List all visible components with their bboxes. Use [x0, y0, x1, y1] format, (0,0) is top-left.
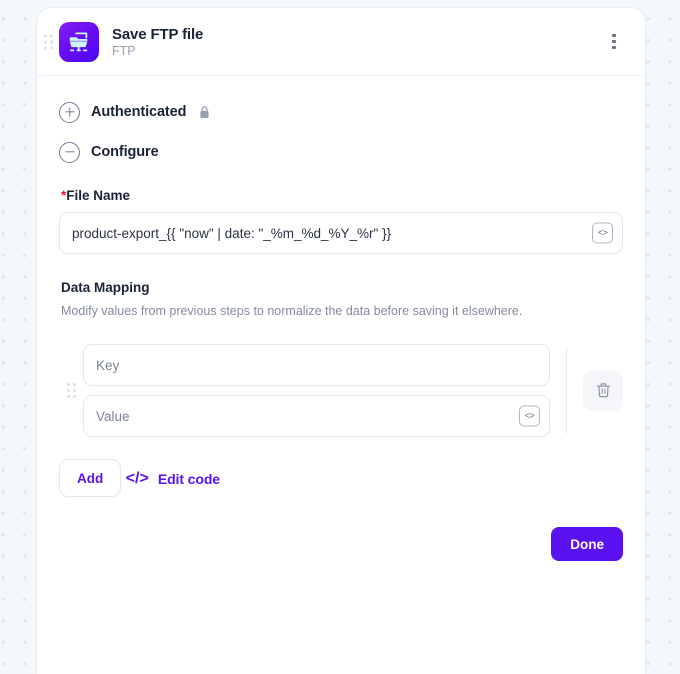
- configure-body: *File Name product-export_{{ "now" | dat…: [37, 172, 645, 498]
- plus-circle-icon[interactable]: [59, 101, 80, 123]
- minus-circle-icon[interactable]: [59, 141, 80, 163]
- done-button[interactable]: Done: [551, 527, 623, 562]
- mapping-actions: [550, 344, 623, 437]
- section-configure[interactable]: Configure: [37, 132, 645, 172]
- drag-handle-icon[interactable]: [44, 34, 53, 49]
- mapping-row: Key Value <>: [59, 344, 623, 438]
- add-mapping-button[interactable]: Add: [59, 459, 122, 498]
- code-brackets-glyph: <>: [597, 227, 608, 238]
- card-subtitle: FTP: [112, 43, 136, 58]
- file-name-label-text: File Name: [66, 188, 131, 203]
- card-footer: Done: [37, 527, 645, 562]
- card-title: Save FTP file: [112, 25, 204, 43]
- mapping-key-placeholder: Key: [96, 357, 120, 373]
- section-configure-label: Configure: [91, 144, 159, 160]
- mapping-value-input[interactable]: Value <>: [83, 395, 550, 438]
- card-title-block: Save FTP file FTP: [112, 26, 203, 58]
- file-name-input[interactable]: product-export_{{ "now" | date: "_%m_%d_…: [59, 212, 623, 254]
- code-brackets-icon[interactable]: <>: [592, 222, 613, 244]
- kebab-menu-icon[interactable]: [601, 29, 627, 55]
- file-name-value: product-export_{{ "now" | date: "_%m_%d_…: [72, 225, 392, 241]
- step-card: Save FTP file FTP Authenticated Configur…: [37, 8, 645, 674]
- section-authenticated-label: Authenticated: [91, 104, 187, 120]
- edit-code-label: Edit code: [157, 470, 220, 487]
- mapping-code-brackets-icon[interactable]: <>: [519, 405, 540, 427]
- mapping-key-input[interactable]: Key: [83, 344, 550, 387]
- mapping-value-placeholder: Value: [96, 408, 130, 424]
- lock-icon: [199, 105, 210, 119]
- edit-code-link[interactable]: </> Edit code: [125, 469, 220, 487]
- mapping-drag-handle-icon[interactable]: [59, 344, 83, 437]
- mapping-divider: [566, 347, 567, 435]
- mapping-fields: Key Value <>: [83, 344, 550, 438]
- file-name-label: *File Name: [61, 188, 623, 203]
- card-header: Save FTP file FTP: [37, 8, 645, 76]
- trash-icon[interactable]: [583, 370, 623, 411]
- data-mapping-description: Modify values from previous steps to nor…: [61, 304, 523, 318]
- code-slash-icon: </>: [125, 469, 149, 487]
- ftp-folder-icon: [59, 21, 99, 62]
- section-authenticated[interactable]: Authenticated: [37, 92, 645, 132]
- mapping-code-brackets-glyph: <>: [524, 410, 535, 421]
- data-mapping-title: Data Mapping: [61, 280, 150, 295]
